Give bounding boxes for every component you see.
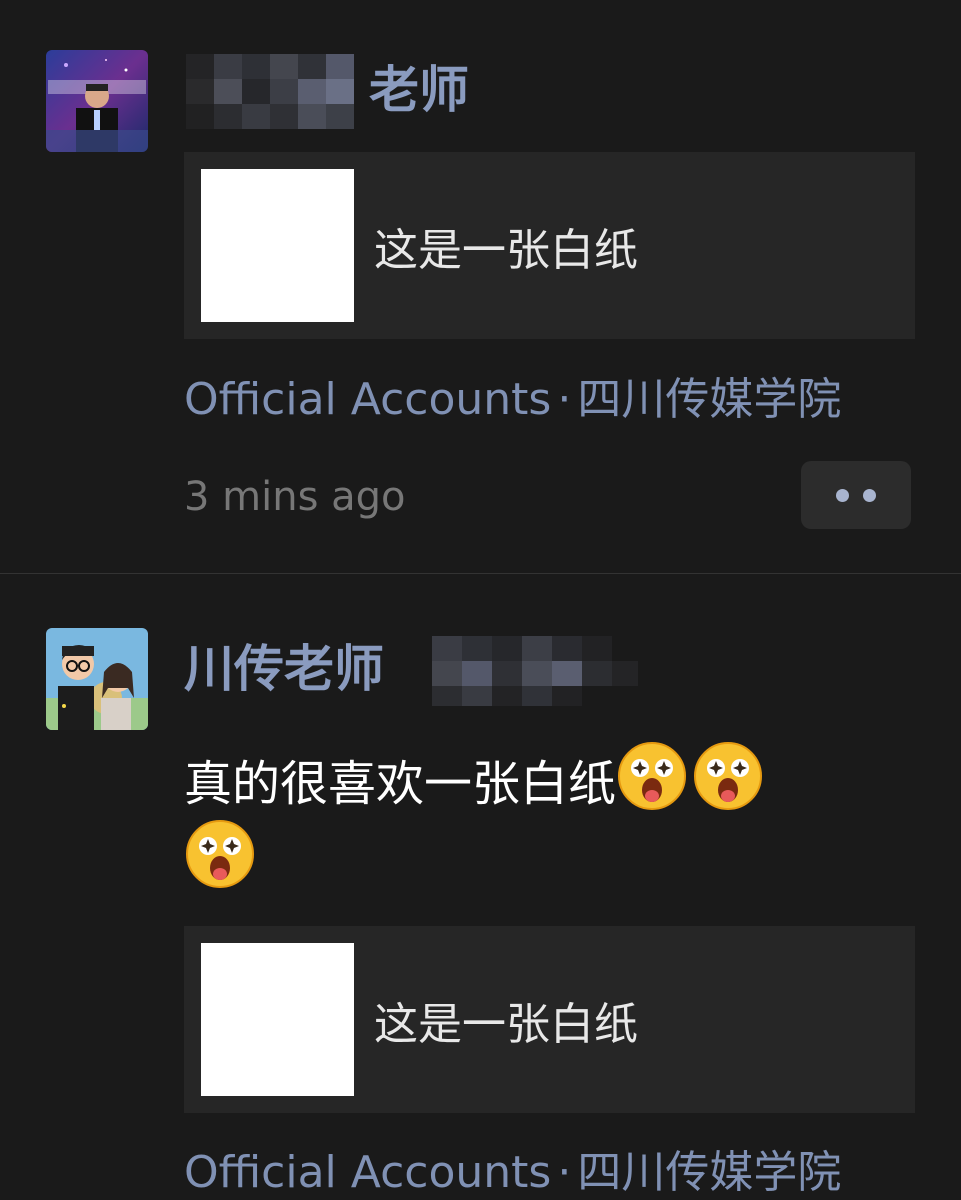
source-name: 四川传媒学院 bbox=[577, 374, 842, 425]
post-caption: 真的很喜欢一张白纸 bbox=[184, 740, 904, 896]
pixelated-name-mosaic bbox=[166, 44, 366, 134]
source-label: Official Accounts bbox=[184, 374, 552, 425]
more-dots-icon bbox=[836, 488, 849, 502]
pixelated-name-mosaic bbox=[424, 636, 644, 711]
article-thumbnail bbox=[201, 943, 354, 1096]
more-options-button[interactable] bbox=[801, 461, 911, 529]
source-label: Official Accounts bbox=[184, 1147, 552, 1198]
source-link[interactable]: Official Accounts · 四川传媒学院 bbox=[184, 373, 841, 427]
star-struck-emoji bbox=[186, 820, 254, 888]
star-struck-emoji bbox=[694, 742, 763, 810]
article-title: 这是一张白纸 bbox=[374, 224, 638, 276]
author-name[interactable]: 川传老师 bbox=[184, 636, 644, 711]
star-struck-emoji bbox=[618, 742, 687, 810]
caption-text: 真的很喜欢一张白纸 bbox=[184, 756, 617, 812]
timestamp: 3 mins ago bbox=[184, 474, 406, 520]
shared-article-card[interactable]: 这是一张白纸 bbox=[184, 152, 915, 339]
source-separator: · bbox=[557, 374, 572, 425]
author-name-suffix[interactable]: 老师 bbox=[369, 60, 469, 120]
article-title: 这是一张白纸 bbox=[374, 998, 638, 1050]
article-thumbnail bbox=[201, 169, 354, 322]
source-link[interactable]: Official Accounts · 四川传媒学院 bbox=[184, 1146, 841, 1200]
source-name: 四川传媒学院 bbox=[577, 1147, 842, 1198]
author-name-prefix[interactable]: 川传老师 bbox=[184, 640, 384, 698]
moments-feed: 老师 这是一张白纸 Official Accounts · 四川传媒学院 3 min… bbox=[0, 0, 961, 1200]
avatar[interactable] bbox=[46, 628, 148, 730]
shared-article-card[interactable]: 这是一张白纸 bbox=[184, 926, 915, 1113]
post-divider bbox=[0, 573, 961, 574]
source-separator: · bbox=[557, 1147, 572, 1198]
avatar[interactable] bbox=[46, 50, 148, 152]
